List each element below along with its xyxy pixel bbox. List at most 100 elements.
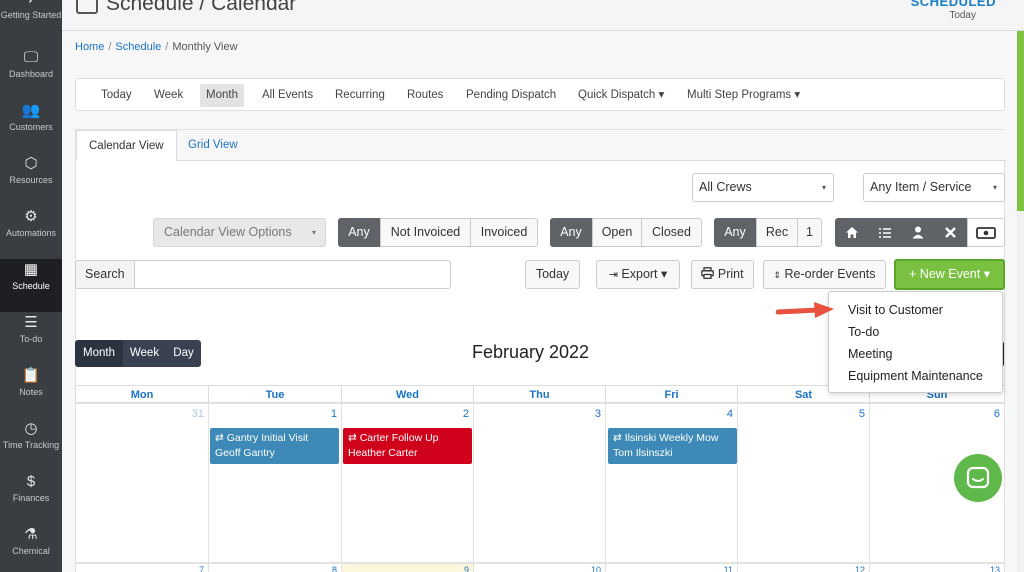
chat-icon (966, 466, 990, 489)
status-badge: SCHEDULED (910, 0, 996, 9)
event-title: ⇄ Ilsinski Weekly Mow (613, 432, 719, 444)
reorder-events-label: Re-order Events (784, 267, 876, 281)
day-number: 6 (993, 408, 1000, 420)
schedule-subnav: Today Week Month All Events Recurring Ro… (75, 78, 1005, 111)
recurring-one-button[interactable]: 1 (797, 218, 822, 247)
breadcrumb-schedule[interactable]: Schedule (115, 41, 161, 53)
sidebar-item-time-tracking[interactable]: ◷ Time Tracking (0, 418, 62, 471)
subnav-month[interactable]: Month (200, 84, 244, 107)
sidebar-item-label: Finances (12, 493, 50, 503)
crews-select[interactable]: All Crews ▾ (692, 173, 834, 202)
filter-list-button[interactable] (868, 218, 901, 247)
weekday-header: Wed (341, 385, 474, 403)
day-cell[interactable]: 11 (605, 563, 738, 572)
filter-person-button[interactable] (901, 218, 934, 247)
chevron-down-icon: ▾ (821, 183, 826, 192)
day-cell[interactable]: 2 (341, 403, 474, 563)
new-event-menu: Visit to Customer To-do Meeting Equipmen… (828, 291, 1003, 393)
sidebar-item-label: Getting Started (0, 10, 62, 20)
subnav-recurring[interactable]: Recurring (329, 84, 391, 107)
calendar-event[interactable]: ⇄ Gantry Initial Visit Geoff Gantry (210, 428, 339, 464)
tab-grid-view[interactable]: Grid View (176, 130, 250, 161)
day-cell-today[interactable]: 9 (341, 563, 474, 572)
tools-icon (945, 227, 956, 238)
sidebar-item-finances[interactable]: $ Finances (0, 471, 62, 524)
money-icon (976, 227, 996, 239)
day-cell[interactable]: 4 (605, 403, 738, 563)
recurring-rec-button[interactable]: Rec (756, 218, 798, 247)
sort-icon: ⇕ (773, 270, 782, 280)
calendar-view-options-label: Calendar View Options (164, 225, 292, 239)
sidebar-item-todo[interactable]: ☰ To-do (0, 312, 62, 365)
sidebar-item-label: Dashboard (8, 69, 54, 79)
day-number: 12 (854, 565, 865, 572)
filter-home-button[interactable] (835, 218, 868, 247)
monitor-icon: 🖵 (23, 49, 39, 66)
calendar-view-options-select[interactable]: Calendar View Options ▾ (153, 218, 326, 247)
sidebar-item-label: Resources (9, 175, 53, 185)
printer-icon (701, 267, 715, 279)
day-number: 10 (590, 565, 601, 572)
reorder-events-button[interactable]: ⇕ Re-order Events (763, 260, 886, 289)
today-button[interactable]: Today (525, 260, 580, 289)
calendar-event[interactable]: ⇄ Ilsinski Weekly Mow Tom Ilsinszki (608, 428, 737, 464)
sidebar-item-dashboard[interactable]: 🖵 Dashboard (0, 47, 62, 100)
sidebar-item-customers[interactable]: 👥 Customers (0, 100, 62, 153)
day-cell[interactable]: 3 (473, 403, 606, 563)
status-closed-button[interactable]: Closed (641, 218, 702, 247)
menu-item-equipment-maintenance[interactable]: Equipment Maintenance (848, 369, 983, 383)
subnav-routes[interactable]: Routes (401, 84, 449, 107)
day-cell[interactable]: 13 (869, 563, 1005, 572)
view-week-button[interactable]: Week (123, 340, 166, 367)
sidebar-item-chemical[interactable]: ⚗ Chemical (0, 524, 62, 572)
sidebar-item-automations[interactable]: ⚙ Automations (0, 206, 62, 259)
day-number: 5 (858, 408, 865, 420)
calendar-event[interactable]: ⇄ Carter Follow Up Heather Carter (343, 428, 472, 464)
subnav-today[interactable]: Today (95, 84, 138, 107)
invoiced-button[interactable]: Invoiced (470, 218, 538, 247)
day-number: 3 (594, 408, 601, 420)
sidebar-item-label: Chemical (12, 546, 50, 556)
print-button[interactable]: Print (691, 260, 754, 289)
menu-item-visit-to-customer[interactable]: Visit to Customer (848, 303, 943, 317)
new-event-button[interactable]: + New Event ▾ (894, 259, 1005, 290)
search-input[interactable] (134, 260, 451, 289)
subnav-pending-dispatch[interactable]: Pending Dispatch (460, 84, 562, 107)
chat-launcher-button[interactable] (954, 454, 1002, 502)
tab-calendar-view[interactable]: Calendar View (76, 130, 177, 161)
status-any-button[interactable]: Any (550, 218, 592, 247)
day-cell[interactable]: 7 (75, 563, 209, 572)
sidebar: ✈ Getting Started 🖵 Dashboard 👥 Customer… (0, 0, 62, 572)
not-invoiced-button[interactable]: Not Invoiced (380, 218, 471, 247)
sidebar-item-label: Customers (9, 122, 53, 132)
day-cell[interactable]: 10 (473, 563, 606, 572)
subnav-week[interactable]: Week (148, 84, 189, 107)
filter-money-button[interactable] (967, 218, 1005, 247)
sidebar-item-schedule[interactable]: ▦ Schedule (0, 259, 62, 312)
menu-item-todo[interactable]: To-do (848, 325, 879, 339)
day-cell[interactable]: 8 (208, 563, 342, 572)
status-open-button[interactable]: Open (592, 218, 642, 247)
event-customer: Tom Ilsinszki (613, 447, 673, 459)
day-cell[interactable]: 31 (75, 403, 209, 563)
sidebar-item-label: To-do (19, 334, 43, 344)
menu-item-meeting[interactable]: Meeting (848, 347, 892, 361)
breadcrumb-home[interactable]: Home (75, 41, 104, 53)
day-cell[interactable]: 12 (737, 563, 870, 572)
view-month-button[interactable]: Month (75, 340, 123, 367)
weekday-header: Mon (75, 385, 209, 403)
sidebar-item-notes[interactable]: 📋 Notes (0, 365, 62, 418)
recurring-any-button[interactable]: Any (714, 218, 756, 247)
sidebar-item-getting-started[interactable]: ✈ Getting Started (0, 0, 62, 41)
day-cell[interactable]: 1 (208, 403, 342, 563)
sidebar-item-resources[interactable]: ⬡ Resources (0, 153, 62, 206)
view-day-button[interactable]: Day (166, 340, 201, 367)
subnav-multi-step-programs[interactable]: Multi Step Programs ▾ (681, 84, 806, 107)
filter-tools-button[interactable] (934, 218, 967, 247)
subnav-all-events[interactable]: All Events (256, 84, 319, 107)
day-cell[interactable]: 5 (737, 403, 870, 563)
item-service-select[interactable]: Any Item / Service ▾ (863, 173, 1005, 202)
invoice-any-button[interactable]: Any (338, 218, 380, 247)
export-button[interactable]: ⇥ Export ▾ (596, 260, 680, 289)
subnav-quick-dispatch[interactable]: Quick Dispatch ▾ (572, 84, 670, 107)
